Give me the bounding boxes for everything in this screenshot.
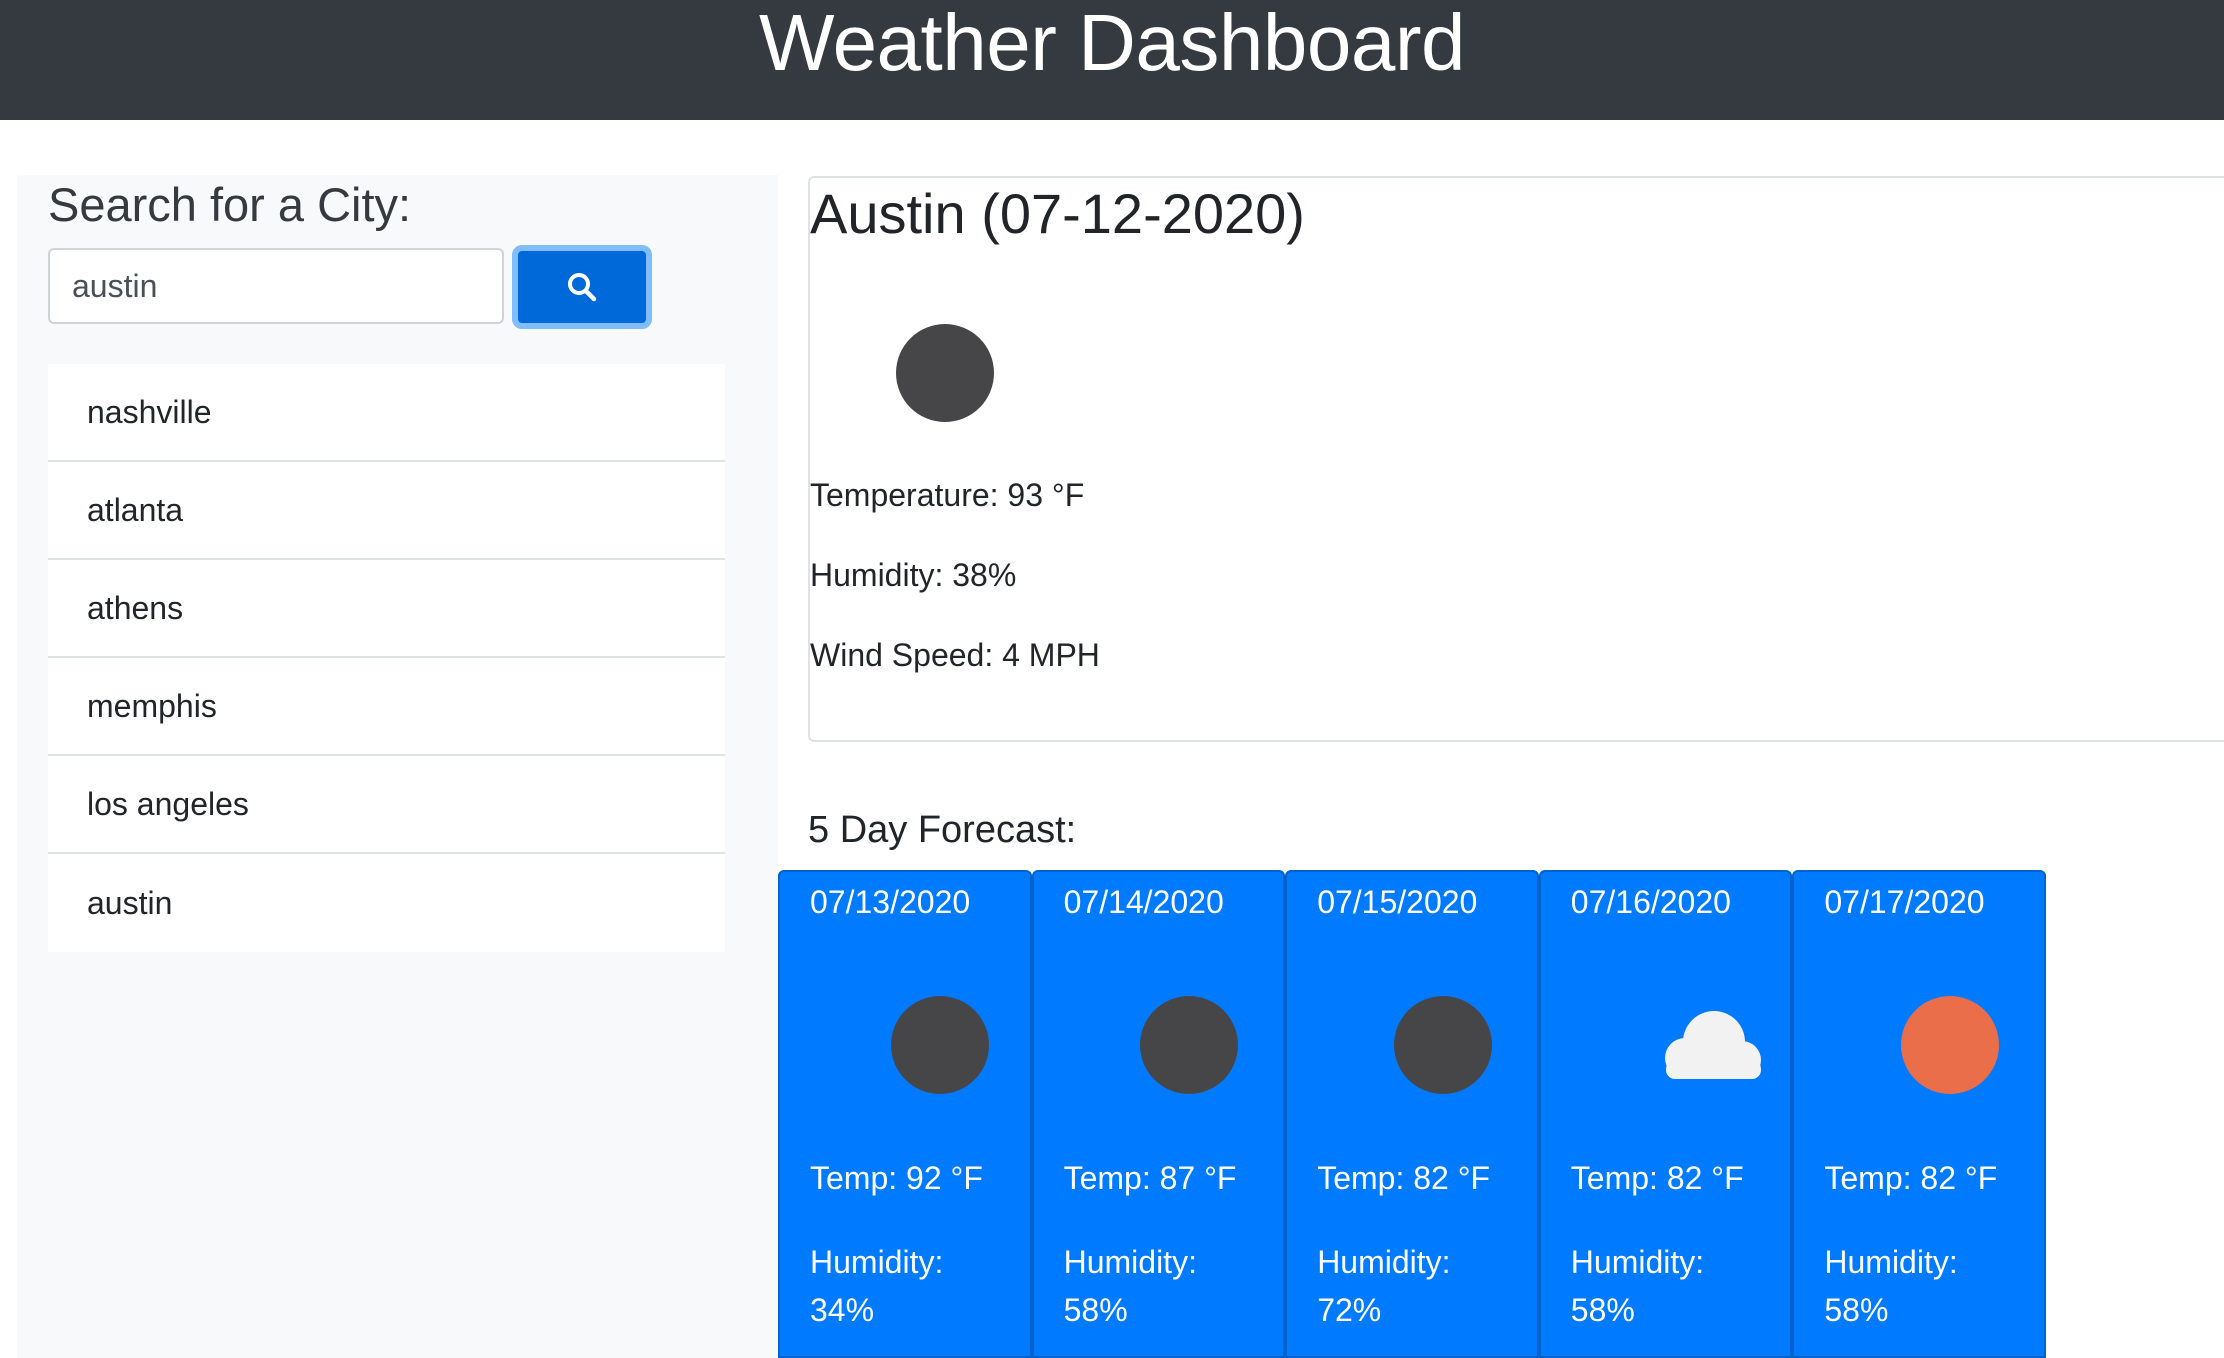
forecast-card: 07/15/2020 Temp: 82 °F Humidity: 72% <box>1285 870 1539 1358</box>
forecast-temp: Temp: 82 °F <box>1570 1160 1744 1196</box>
forecast-humidity-label: Humidity: <box>1824 1244 1958 1280</box>
forecast-humidity: Humidity: 34% <box>810 1238 1010 1334</box>
current-weather-card: Austin (07-12-2020) Temperature: 93 °F H… <box>808 176 2224 742</box>
forecast-humidity-label: Humidity: <box>1063 1244 1197 1280</box>
history-item-memphis[interactable]: memphis <box>48 658 725 756</box>
forecast-humidity-value: 72% <box>1317 1292 1382 1328</box>
current-wind-speed: Wind Speed: 4 MPH <box>810 637 1100 673</box>
search-history-list: nashville atlanta athens memphis los ang… <box>48 364 725 952</box>
forecast-humidity: Humidity: 58% <box>1824 1238 2024 1334</box>
forecast-date: 07/13/2020 <box>810 884 971 920</box>
forecast-date: 07/15/2020 <box>1317 884 1478 920</box>
search-heading: Search for a City: <box>48 178 412 231</box>
forecast-humidity-label: Humidity: <box>810 1244 944 1280</box>
moon-clear-icon <box>880 990 1000 1100</box>
forecast-date: 07/14/2020 <box>1063 884 1224 920</box>
forecast-temp: Temp: 82 °F <box>1824 1160 1998 1196</box>
current-humidity: Humidity: 38% <box>810 557 1017 593</box>
forecast-heading: 5 Day Forecast: <box>808 809 1077 851</box>
search-sidebar: Search for a City: nashville atlanta ath… <box>17 175 778 1358</box>
moon-clear-icon <box>1387 990 1507 1100</box>
forecast-humidity-value: 58% <box>1570 1292 1635 1328</box>
history-item-atlanta[interactable]: atlanta <box>48 462 725 560</box>
forecast-temp: Temp: 87 °F <box>1063 1160 1237 1196</box>
page-title: Weather Dashboard <box>759 0 1466 87</box>
forecast-card: 07/17/2020 Temp: 82 °F Humidity: 58% <box>1792 870 2046 1358</box>
sun-icon <box>1894 990 2014 1100</box>
forecast-humidity-value: 58% <box>1824 1292 1889 1328</box>
history-item-los-angeles[interactable]: los angeles <box>48 756 725 854</box>
cloud-icon <box>1641 990 1761 1100</box>
history-item-austin[interactable]: austin <box>48 854 725 952</box>
search-icon <box>568 273 597 302</box>
forecast-humidity: Humidity: 72% <box>1317 1238 1517 1334</box>
forecast-date: 07/16/2020 <box>1570 884 1731 920</box>
current-temperature: Temperature: 93 °F <box>810 477 1085 513</box>
forecast-card: 07/16/2020 Temp: 82 °F Humidity: 58% <box>1538 870 1793 1358</box>
app-header: Weather Dashboard <box>0 0 2224 120</box>
forecast-humidity-label: Humidity: <box>1570 1244 1705 1280</box>
forecast-humidity-label: Humidity: <box>1317 1244 1451 1280</box>
moon-clear-icon <box>1134 990 1254 1100</box>
forecast-temp: Temp: 82 °F <box>1317 1160 1491 1196</box>
forecast-temp: Temp: 92 °F <box>810 1160 983 1196</box>
forecast-humidity: Humidity: 58% <box>1064 1238 1264 1334</box>
forecast-humidity: Humidity: 58% <box>1571 1238 1771 1334</box>
forecast-humidity-value: 58% <box>1063 1292 1128 1328</box>
forecast-humidity-value: 34% <box>810 1292 875 1328</box>
moon-clear-icon <box>890 318 1000 428</box>
city-search-input[interactable] <box>48 248 504 324</box>
forecast-row: 07/13/2020 Temp: 92 °F Humidity: 34% 07/… <box>778 870 2046 1358</box>
current-city-title: Austin (07-12-2020) <box>810 182 1305 245</box>
forecast-date: 07/17/2020 <box>1824 884 1985 920</box>
forecast-card: 07/13/2020 Temp: 92 °F Humidity: 34% <box>778 870 1032 1358</box>
history-item-nashville[interactable]: nashville <box>48 364 725 462</box>
search-button[interactable] <box>512 245 652 329</box>
forecast-card: 07/14/2020 Temp: 87 °F Humidity: 58% <box>1031 870 1286 1358</box>
history-item-athens[interactable]: athens <box>48 560 725 658</box>
